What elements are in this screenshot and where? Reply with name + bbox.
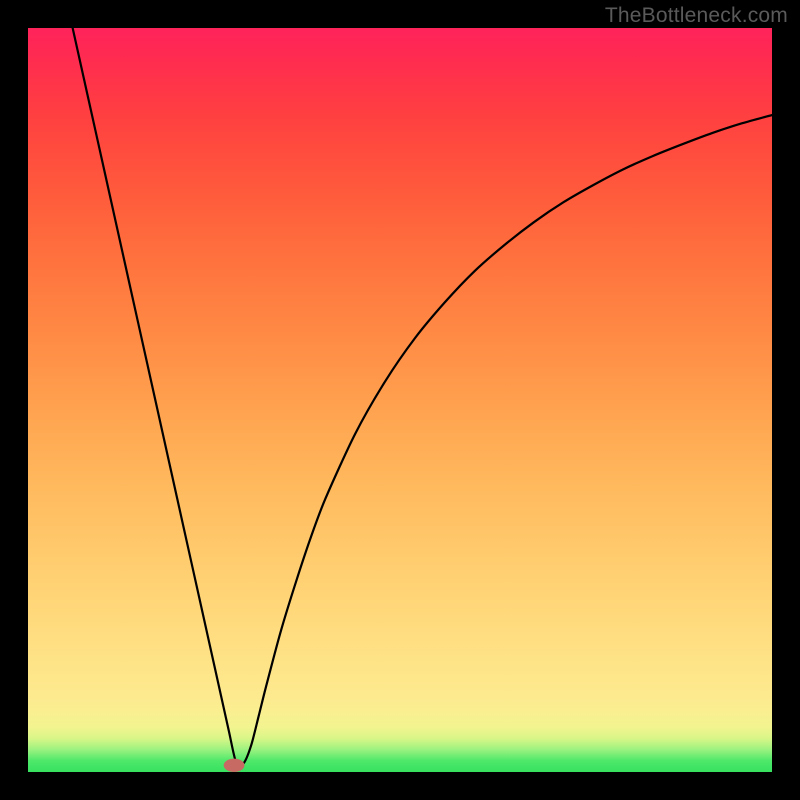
bottleneck-curve [28,28,772,772]
watermark-text: TheBottleneck.com [605,4,788,28]
chart-frame: TheBottleneck.com [0,0,800,800]
chart-plot-area [28,28,772,772]
vertex-marker [224,759,245,772]
curve-path [73,28,772,766]
